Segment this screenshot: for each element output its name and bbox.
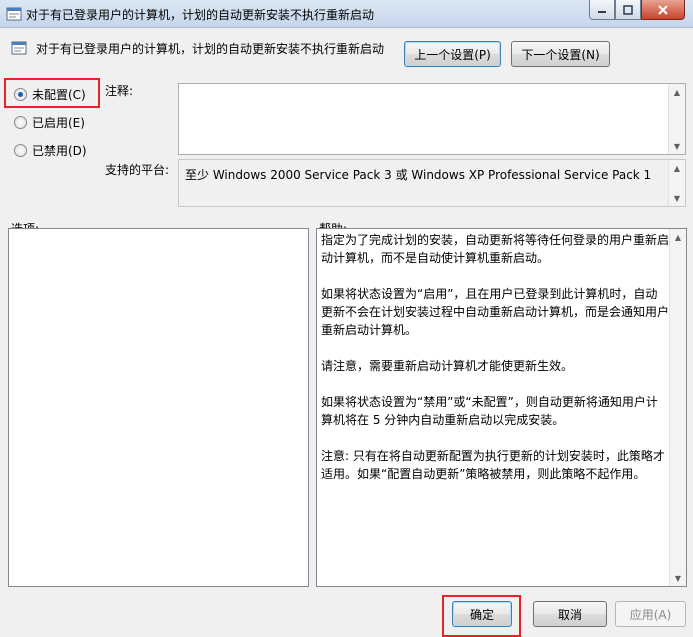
radio-label: 未配置(C) bbox=[32, 88, 86, 102]
policy-settings-icon bbox=[6, 7, 22, 21]
close-button[interactable] bbox=[641, 0, 685, 20]
radio-indicator bbox=[14, 144, 27, 157]
apply-button[interactable]: 应用(A) bbox=[615, 601, 686, 627]
radio-indicator bbox=[14, 88, 27, 101]
platform-label: 支持的平台: bbox=[105, 163, 170, 177]
radio-disabled[interactable]: 已禁用(D) bbox=[14, 142, 87, 159]
help-paragraph: 如果将状态设置为“禁用”或“未配置”，则自动更新将通知用户计算机将在 5 分钟内… bbox=[321, 395, 658, 427]
scroll-up-icon[interactable]: ▲ bbox=[669, 160, 685, 176]
close-icon bbox=[658, 4, 668, 15]
help-paragraph: 如果将状态设置为“启用”，且在用户已登录到此计算机时，自动更新不会在计划安装过程… bbox=[321, 287, 670, 337]
radio-enabled[interactable]: 已启用(E) bbox=[14, 114, 85, 131]
window-title: 对于有已登录用户的计算机，计划的自动更新安装不执行重新启动 bbox=[26, 8, 375, 22]
dialog-content: 对于有已登录用户的计算机，计划的自动更新安装不执行重新启动 上一个设置(P) 下… bbox=[0, 28, 693, 637]
help-paragraph: 请注意，需要重新启动计算机才能使更新生效。 bbox=[321, 359, 574, 373]
next-setting-button[interactable]: 下一个设置(N) bbox=[511, 41, 610, 67]
maximize-icon bbox=[623, 4, 633, 15]
policy-name: 对于有已登录用户的计算机，计划的自动更新安装不执行重新启动 bbox=[36, 42, 385, 56]
scroll-down-icon[interactable]: ▼ bbox=[669, 190, 685, 206]
cancel-button[interactable]: 取消 bbox=[533, 601, 607, 627]
radio-indicator bbox=[14, 116, 27, 129]
minimize-button[interactable] bbox=[589, 0, 615, 20]
maximize-button[interactable] bbox=[615, 0, 641, 20]
ok-button[interactable]: 确定 bbox=[452, 601, 512, 627]
previous-setting-button[interactable]: 上一个设置(P) bbox=[404, 41, 501, 67]
title-bar: 对于有已登录用户的计算机，计划的自动更新安装不执行重新启动 bbox=[0, 0, 693, 28]
comment-label: 注释: bbox=[105, 84, 134, 98]
scroll-down-icon[interactable]: ▼ bbox=[670, 570, 686, 586]
help-panel[interactable]: 指定为了完成计划的安装，自动更新将等待任何登录的用户重新启动计算机，而不是自动使… bbox=[316, 228, 687, 587]
platform-field: 至少 Windows 2000 Service Pack 3 或 Windows… bbox=[178, 159, 686, 207]
help-paragraph: 注意: 只有在将自动更新配置为执行更新的计划安装时，此策略才适用。如果“配置自动… bbox=[321, 449, 665, 481]
scroll-down-icon[interactable]: ▼ bbox=[669, 138, 685, 154]
radio-label: 已启用(E) bbox=[32, 116, 85, 130]
scroll-up-icon[interactable]: ▲ bbox=[669, 84, 685, 100]
help-text: 指定为了完成计划的安装，自动更新将等待任何登录的用户重新启动计算机，而不是自动使… bbox=[321, 231, 669, 501]
comment-scrollbar[interactable]: ▲ ▼ bbox=[668, 84, 685, 154]
scroll-up-icon[interactable]: ▲ bbox=[670, 229, 686, 245]
options-panel bbox=[8, 228, 309, 587]
help-scrollbar[interactable]: ▲ ▼ bbox=[669, 229, 686, 586]
radio-not-configured[interactable]: 未配置(C) bbox=[14, 86, 86, 103]
help-paragraph: 指定为了完成计划的安装，自动更新将等待任何登录的用户重新启动计算机，而不是自动使… bbox=[321, 233, 670, 265]
minimize-icon bbox=[598, 10, 606, 13]
radio-label: 已禁用(D) bbox=[32, 144, 87, 158]
policy-icon bbox=[11, 41, 27, 55]
platform-value: 至少 Windows 2000 Service Pack 3 或 Windows… bbox=[185, 168, 652, 182]
comment-input[interactable]: ▲ ▼ bbox=[178, 83, 686, 155]
platform-scrollbar[interactable]: ▲ ▼ bbox=[668, 160, 685, 206]
